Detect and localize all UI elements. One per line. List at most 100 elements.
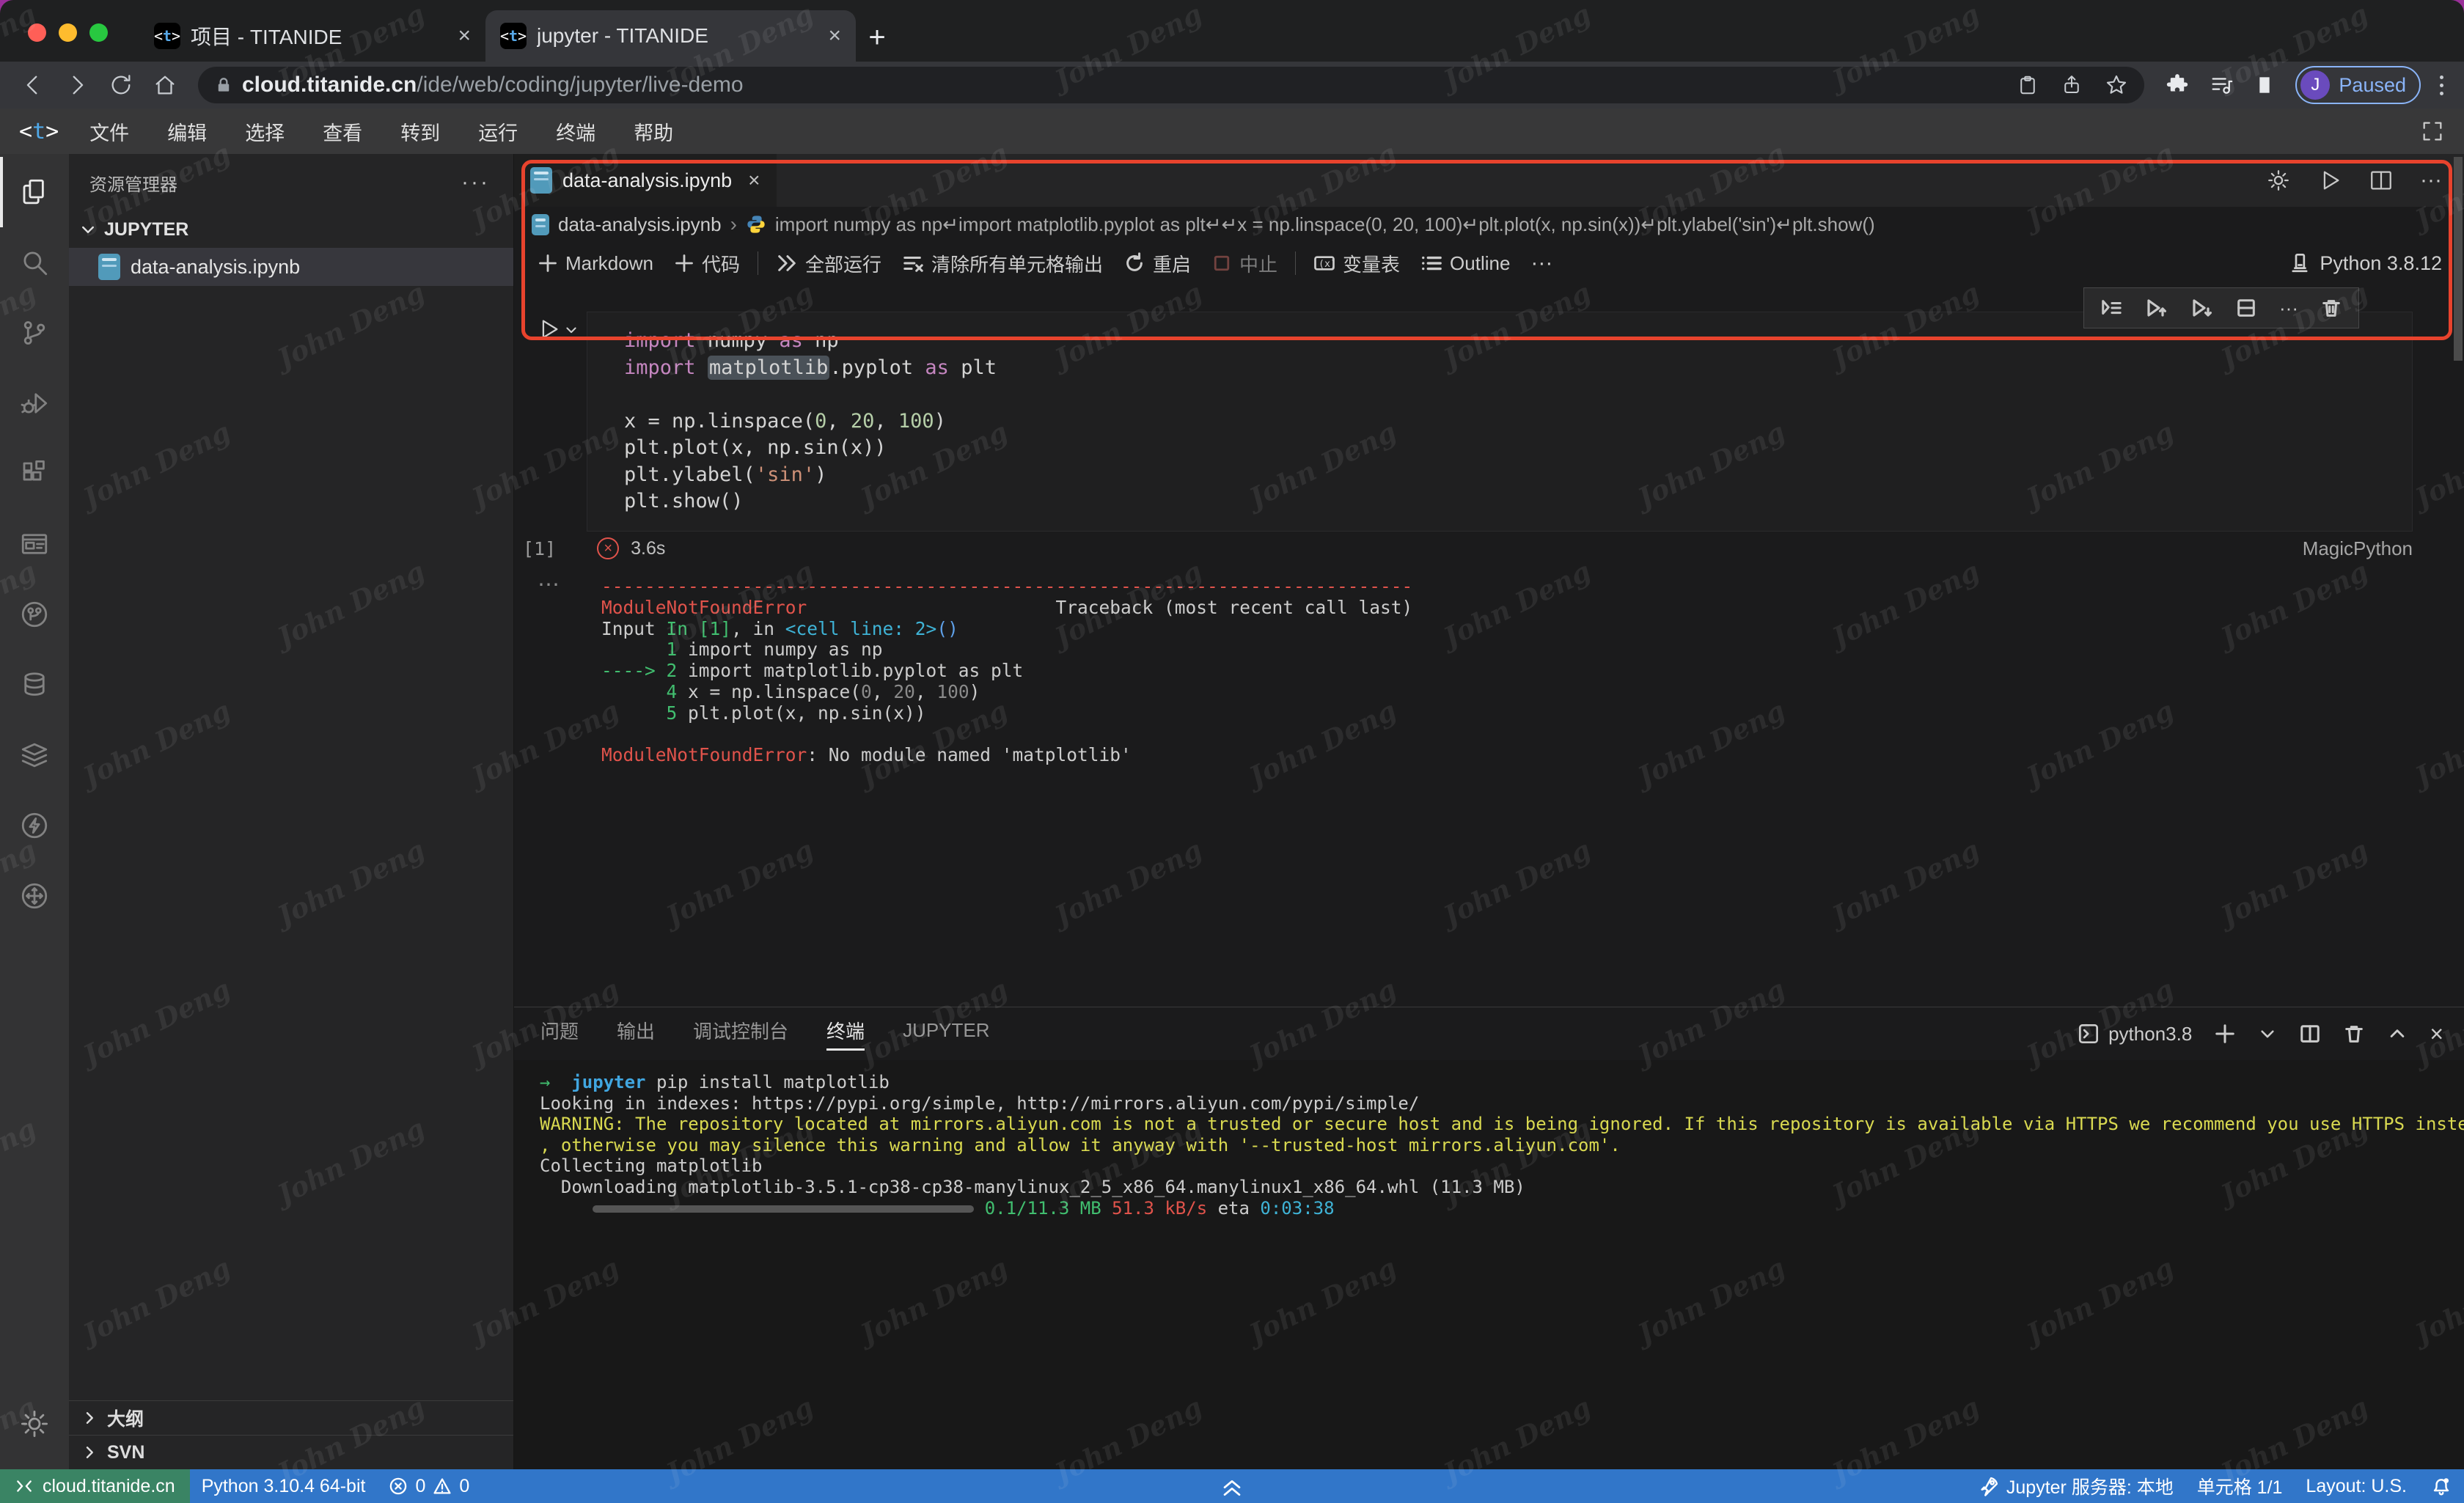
tab-output[interactable]: 输出 — [617, 1017, 655, 1051]
editor-more-icon[interactable]: ··· — [2420, 168, 2442, 193]
side-panel-icon[interactable] — [2253, 73, 2276, 97]
tab-jupyter[interactable]: JUPYTER — [903, 1019, 989, 1048]
explorer-section-jupyter[interactable]: JUPYTER — [69, 211, 513, 248]
outline-button[interactable]: Outline — [1410, 252, 1520, 275]
fullscreen-icon[interactable] — [2420, 119, 2464, 144]
breadcrumb-file[interactable]: data-analysis.ipynb — [558, 213, 722, 236]
run-debug-icon[interactable] — [0, 368, 69, 438]
tab-terminal[interactable]: 终端 — [826, 1017, 865, 1051]
extensions-icon[interactable] — [0, 438, 69, 509]
split-cell-icon[interactable] — [2235, 297, 2257, 319]
close-tab-icon[interactable]: × — [828, 23, 841, 48]
run-all-button[interactable]: 全部运行 — [766, 250, 892, 277]
manage-gear-icon[interactable] — [0, 1389, 69, 1459]
reload-icon[interactable] — [104, 68, 138, 102]
address-bar[interactable]: cloud.titanide.cn/ide/web/coding/jupyter… — [198, 67, 2144, 103]
tab-problems[interactable]: 问题 — [540, 1017, 579, 1051]
share-icon[interactable] — [2061, 74, 2083, 96]
explorer-more-icon[interactable]: ··· — [461, 170, 490, 195]
clear-outputs-button[interactable]: 清除所有单元格输出 — [892, 250, 1113, 277]
menu-selection[interactable]: 选择 — [226, 117, 304, 146]
run-editor-icon[interactable] — [2317, 168, 2342, 193]
docker-layers-icon[interactable] — [0, 720, 69, 790]
tab-debug-console[interactable]: 调试控制台 — [693, 1017, 788, 1051]
close-window-button[interactable] — [28, 23, 46, 42]
live-preview-icon[interactable] — [0, 509, 69, 579]
menu-view[interactable]: 查看 — [304, 117, 381, 146]
menu-terminal[interactable]: 终端 — [537, 117, 615, 146]
bookmark-star-icon[interactable] — [2105, 73, 2128, 97]
chevron-down-icon[interactable] — [2258, 1024, 2277, 1043]
close-tab-icon[interactable]: × — [458, 23, 471, 48]
jupyter-server-indicator[interactable]: Jupyter 服务器: 本地 — [1967, 1473, 2185, 1499]
menu-help[interactable]: 帮助 — [615, 117, 692, 146]
menu-edit[interactable]: 编辑 — [148, 117, 226, 146]
add-code-button[interactable]: 代码 — [664, 250, 750, 277]
delete-cell-icon[interactable] — [2320, 297, 2342, 319]
explorer-icon[interactable] — [0, 157, 69, 227]
execute-below-icon[interactable] — [2190, 296, 2213, 320]
minimize-window-button[interactable] — [59, 23, 77, 42]
close-panel-icon[interactable]: × — [2430, 1021, 2443, 1048]
cell-language-mode[interactable]: MagicPython — [2303, 537, 2413, 560]
notifications-bell-icon[interactable] — [2419, 1475, 2464, 1497]
cell-more-icon[interactable]: ··· — [2279, 297, 2298, 320]
save-page-icon[interactable] — [2017, 74, 2039, 96]
git-graph-icon[interactable] — [0, 579, 69, 650]
breadcrumb[interactable]: data-analysis.ipynb › import numpy as np… — [514, 207, 2464, 242]
remote-indicator[interactable]: cloud.titanide.cn — [0, 1469, 190, 1503]
new-tab-button[interactable]: + — [856, 16, 898, 59]
editor-tab-notebook[interactable]: data-analysis.ipynb × — [514, 154, 777, 207]
cell-code-editor[interactable]: import numpy as npimport matplotlib.pypl… — [587, 312, 2413, 532]
home-icon[interactable] — [148, 68, 182, 102]
split-editor-icon[interactable] — [2369, 168, 2394, 193]
run-cell-button[interactable] — [536, 317, 579, 342]
remote-targets-icon[interactable] — [0, 861, 69, 931]
interrupt-button[interactable]: 中止 — [1201, 250, 1288, 277]
execute-cells-icon[interactable] — [2100, 297, 2122, 319]
database-icon[interactable] — [0, 650, 69, 720]
cell-indicator[interactable]: 单元格 1/1 — [2185, 1473, 2295, 1499]
text-line: 4 x = np.linspace(0, 20, 100) — [601, 682, 2413, 703]
source-control-icon[interactable] — [0, 298, 69, 368]
svn-section[interactable]: SVN — [69, 1435, 513, 1469]
layout-indicator[interactable]: Layout: U.S. — [2294, 1476, 2419, 1497]
add-markdown-button[interactable]: Markdown — [527, 252, 664, 275]
file-item-notebook[interactable]: data-analysis.ipynb — [69, 248, 513, 286]
dock-chevron-icon[interactable] — [1216, 1469, 1248, 1503]
new-terminal-icon[interactable] — [2214, 1023, 2236, 1045]
menu-goto[interactable]: 转到 — [381, 117, 459, 146]
terminal-view[interactable]: → jupyter pip install matplotlibLooking … — [514, 1060, 2464, 1469]
extensions-puzzle-icon[interactable] — [2165, 73, 2190, 98]
editor-scrollbar[interactable] — [2454, 157, 2463, 361]
browser-tab-jupyter[interactable]: <t> jupyter - TITANIDE × — [485, 10, 856, 62]
bottom-panel: 问题 输出 调试控制台 终端 JUPYTER python3.8 — [514, 1007, 2464, 1469]
execute-above-icon[interactable] — [2144, 296, 2168, 320]
notebook-settings-gear-icon[interactable] — [2266, 168, 2291, 193]
kill-terminal-icon[interactable] — [2343, 1023, 2365, 1045]
menu-file[interactable]: 文件 — [70, 117, 148, 146]
reading-list-icon[interactable] — [2209, 73, 2234, 98]
terminal-shell-picker[interactable]: python3.8 — [2078, 1023, 2192, 1046]
outline-section[interactable]: 大纲 — [69, 1400, 513, 1435]
search-icon[interactable] — [0, 227, 69, 298]
split-terminal-icon[interactable] — [2299, 1023, 2321, 1045]
maximize-panel-icon[interactable] — [2387, 1024, 2408, 1044]
python-interpreter[interactable]: Python 3.10.4 64-bit — [190, 1476, 378, 1497]
menu-run[interactable]: 运行 — [459, 117, 537, 146]
close-editor-tab-icon[interactable]: × — [748, 169, 760, 192]
zoom-window-button[interactable] — [89, 23, 108, 42]
thunder-client-icon[interactable] — [0, 790, 69, 861]
breadcrumb-code[interactable]: import numpy as np↵import matplotlib.pyp… — [775, 213, 1875, 236]
browser-menu-icon[interactable] — [2440, 76, 2443, 95]
browser-tab-project[interactable]: <t> 项目 - TITANIDE × — [139, 10, 485, 62]
variables-button[interactable]: (x)变量表 — [1303, 250, 1410, 277]
output-options-icon[interactable]: ⋯ — [538, 572, 561, 598]
profile-chip[interactable]: J Paused — [2295, 66, 2421, 104]
back-icon[interactable] — [16, 68, 50, 102]
toolbar-more-icon[interactable]: ··· — [1520, 251, 1563, 276]
restart-kernel-button[interactable]: 重启 — [1113, 250, 1201, 277]
problems-indicator[interactable]: 0 0 — [377, 1476, 481, 1497]
kernel-picker[interactable]: Python 3.8.12 — [2289, 252, 2464, 275]
forward-icon[interactable] — [60, 68, 94, 102]
